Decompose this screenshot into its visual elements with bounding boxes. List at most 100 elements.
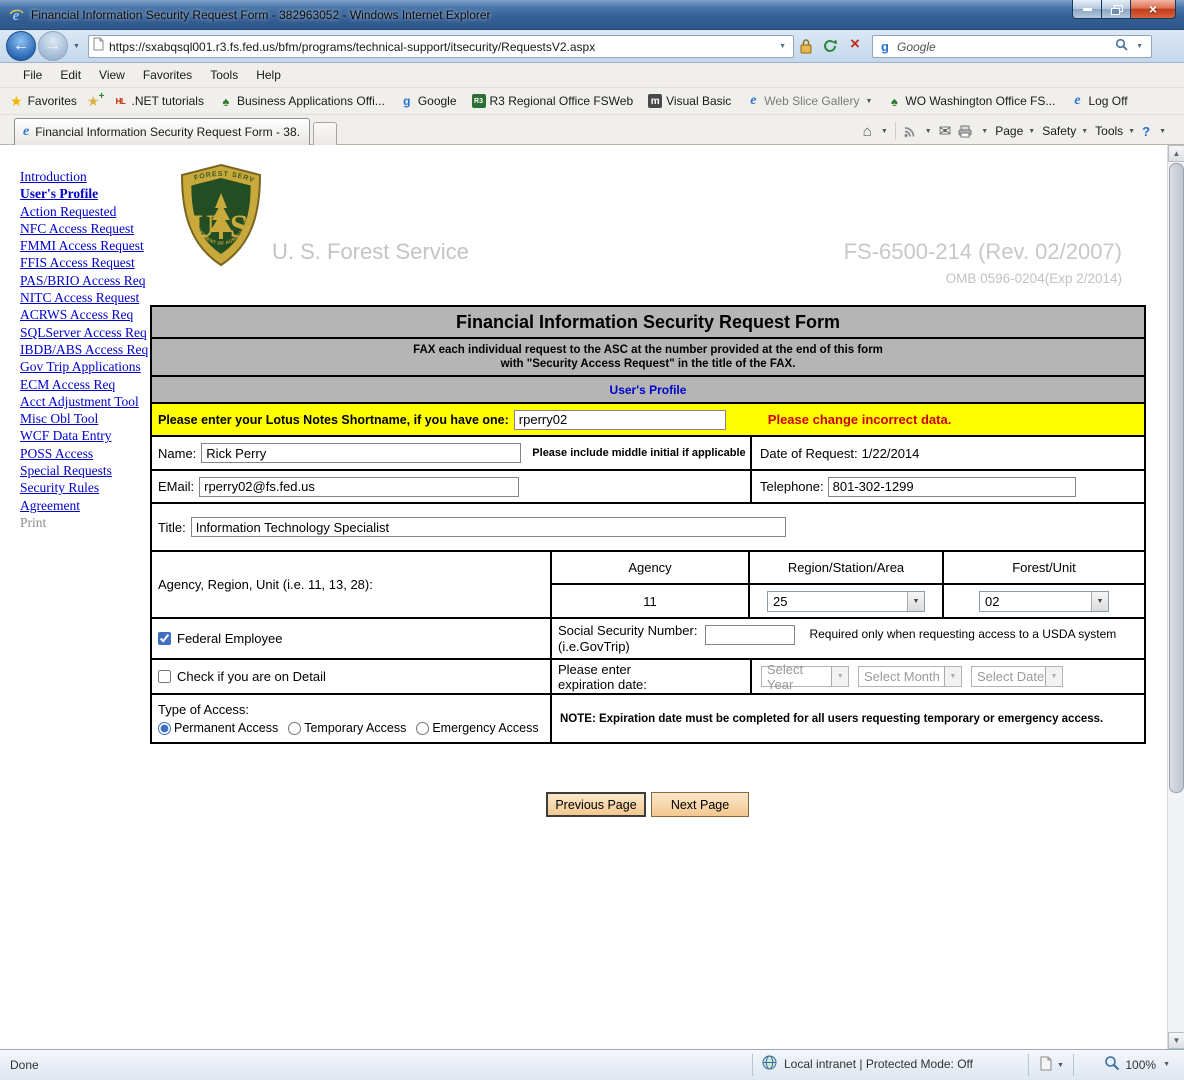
ie-favicon: e <box>1070 94 1084 108</box>
sidebar-link-gov-trip-applications[interactable]: Gov Trip Applications <box>20 358 152 375</box>
scroll-up-button[interactable]: ▲ <box>1168 145 1184 162</box>
favorite-link-wo-washington-office[interactable]: ♠ WO Washington Office FS... <box>887 94 1055 108</box>
sidebar-link-nfc-access-request[interactable]: NFC Access Request <box>20 220 152 237</box>
telephone-input[interactable] <box>828 477 1076 497</box>
forward-button[interactable]: → <box>38 31 68 61</box>
address-bar[interactable]: https://sxabqsql001.r3.fs.fed.us/bfm/pro… <box>88 35 794 58</box>
rss-feed-icon[interactable] <box>903 125 916 138</box>
sidebar-link-special-requests[interactable]: Special Requests <box>20 462 152 479</box>
sidebar-link-ffis-access-request[interactable]: FFIS Access Request <box>20 254 152 271</box>
sidebar-link-sqlserver-access-req[interactable]: SQLServer Access Req <box>20 324 152 341</box>
favorite-link-business-applications[interactable]: ♠ Business Applications Offi... <box>219 94 385 108</box>
stop-button[interactable]: × <box>845 34 865 54</box>
federal-employee-row: Federal Employee Social Security Number:… <box>152 619 1144 660</box>
zoom-control[interactable]: 100% ▼ <box>1104 1055 1170 1074</box>
emergency-access-radio[interactable] <box>416 722 429 735</box>
menu-favorites[interactable]: Favorites <box>134 65 201 85</box>
print-icon[interactable] <box>958 125 972 138</box>
sidebar-link-agreement[interactable]: Agreement <box>20 497 152 514</box>
favorite-link-google[interactable]: g Google <box>400 94 457 108</box>
forest-select[interactable]: 02 ▼ <box>979 591 1109 612</box>
select-date-dropdown[interactable]: Select Date ▼ <box>971 666 1063 687</box>
search-icon[interactable] <box>1115 38 1128 56</box>
region-select[interactable]: 25 ▼ <box>767 591 925 612</box>
select-month-dropdown[interactable]: Select Month ▼ <box>858 666 962 687</box>
back-button[interactable]: ← <box>6 31 36 61</box>
permanent-access-radio[interactable] <box>158 722 171 735</box>
feed-dropdown-icon[interactable]: ▼ <box>925 128 932 135</box>
select-year-dropdown[interactable]: Select Year ▼ <box>761 666 849 687</box>
middle-initial-note: Please include middle initial if applica… <box>532 447 745 459</box>
restore-button[interactable] <box>1102 0 1130 19</box>
vertical-scrollbar[interactable]: ▲ ▼ <box>1167 145 1184 1049</box>
sidebar-link-action-requested[interactable]: Action Requested <box>20 203 152 220</box>
menu-help[interactable]: Help <box>247 65 290 85</box>
favorite-link-r3-regional-office[interactable]: R3 R3 Regional Office FSWeb <box>472 94 634 108</box>
sidebar-link-pas-brio-access-req[interactable]: PAS/BRIO Access Req <box>20 272 152 289</box>
job-title-input[interactable] <box>191 517 786 537</box>
favorite-link-net-tutorials[interactable]: HL .NET tutorials <box>113 94 203 108</box>
add-to-favorites-icon[interactable]: ★+ <box>87 93 100 110</box>
next-page-button[interactable]: Next Page <box>651 792 749 817</box>
sidebar-link-wcf-data-entry[interactable]: WCF Data Entry <box>20 427 152 444</box>
scrollbar-thumb[interactable] <box>1169 163 1184 793</box>
menu-tools[interactable]: Tools <box>201 65 247 85</box>
favorites-button[interactable]: ★ Favorites <box>10 93 87 110</box>
safety-menu[interactable]: Safety▼ <box>1042 124 1088 138</box>
sidebar-link-security-rules[interactable]: Security Rules <box>20 479 152 496</box>
menu-file[interactable]: File <box>14 65 51 85</box>
temporary-access-radio[interactable] <box>288 722 301 735</box>
search-box[interactable]: g Google ▼ <box>872 35 1152 58</box>
chevron-down-icon: ▼ <box>865 98 872 105</box>
previous-page-button[interactable]: Previous Page <box>546 792 646 817</box>
sidebar-link-misc-obl-tool[interactable]: Misc Obl Tool <box>20 410 152 427</box>
zoom-icon <box>1104 1055 1120 1074</box>
sidebar-link-ibdb-abs-access-req[interactable]: IBDB/ABS Access Req <box>20 341 152 358</box>
home-icon[interactable]: ⌂ <box>863 123 872 140</box>
help-dropdown-icon[interactable]: ▼ <box>1159 128 1166 135</box>
home-dropdown-icon[interactable]: ▼ <box>881 128 888 135</box>
shortname-input[interactable] <box>514 410 726 430</box>
favorite-link-web-slice-gallery[interactable]: e Web Slice Gallery ▼ <box>746 94 872 108</box>
security-lock-icon[interactable] <box>800 38 812 59</box>
sidebar-link-nitc-access-request[interactable]: NITC Access Request <box>20 289 152 306</box>
page-menu[interactable]: Page▼ <box>995 124 1035 138</box>
email-row: EMail: Telephone: <box>152 471 1144 504</box>
shortname-label: Please enter your Lotus Notes Shortname,… <box>158 413 509 427</box>
new-tab-button[interactable] <box>313 122 337 145</box>
ssn-input[interactable] <box>705 625 795 645</box>
sidebar-link-fmmi-access-request[interactable]: FMMI Access Request <box>20 237 152 254</box>
print-dropdown-icon[interactable]: ▼ <box>981 128 988 135</box>
region-select-value: 25 <box>773 594 787 609</box>
mail-icon[interactable]: ✉ <box>939 122 952 140</box>
favorite-link-visual-basic[interactable]: m Visual Basic <box>648 94 731 108</box>
help-icon[interactable]: ? <box>1142 124 1150 139</box>
address-dropdown-icon[interactable]: ▼ <box>776 43 789 50</box>
tab-active[interactable]: e Financial Information Security Request… <box>14 118 310 145</box>
federal-employee-checkbox[interactable] <box>158 632 171 645</box>
tools-menu[interactable]: Tools▼ <box>1095 124 1135 138</box>
name-input[interactable] <box>201 443 521 463</box>
email-input[interactable] <box>199 477 519 497</box>
search-dropdown-icon[interactable]: ▼ <box>1133 43 1146 50</box>
compatibility-view-button[interactable]: ▼ <box>1040 1056 1064 1074</box>
close-button[interactable]: × <box>1130 0 1176 19</box>
recent-pages-dropdown-icon[interactable]: ▼ <box>73 43 80 50</box>
menu-view[interactable]: View <box>90 65 134 85</box>
title-label: Title: <box>158 520 186 535</box>
sidebar-link-ecm-access-req[interactable]: ECM Access Req <box>20 376 152 393</box>
sidebar-link-users-profile[interactable]: User's Profile <box>20 185 152 202</box>
scroll-down-button[interactable]: ▼ <box>1168 1032 1184 1049</box>
globe-icon <box>762 1055 777 1073</box>
sidebar-link-acrws-access-req[interactable]: ACRWS Access Req <box>20 306 152 323</box>
on-detail-checkbox[interactable] <box>158 670 171 683</box>
sidebar-link-introduction[interactable]: Introduction <box>20 168 152 185</box>
menu-edit[interactable]: Edit <box>51 65 90 85</box>
sidebar-link-poss-access[interactable]: POSS Access <box>20 445 152 462</box>
refresh-button[interactable] <box>820 38 840 59</box>
search-input[interactable]: Google <box>897 40 1110 54</box>
minimize-button[interactable] <box>1072 0 1102 19</box>
chevron-down-icon: ▼ <box>1163 1061 1170 1068</box>
favorite-link-log-off[interactable]: e Log Off <box>1070 94 1127 108</box>
sidebar-link-acct-adjustment-tool[interactable]: Acct Adjustment Tool <box>20 393 152 410</box>
